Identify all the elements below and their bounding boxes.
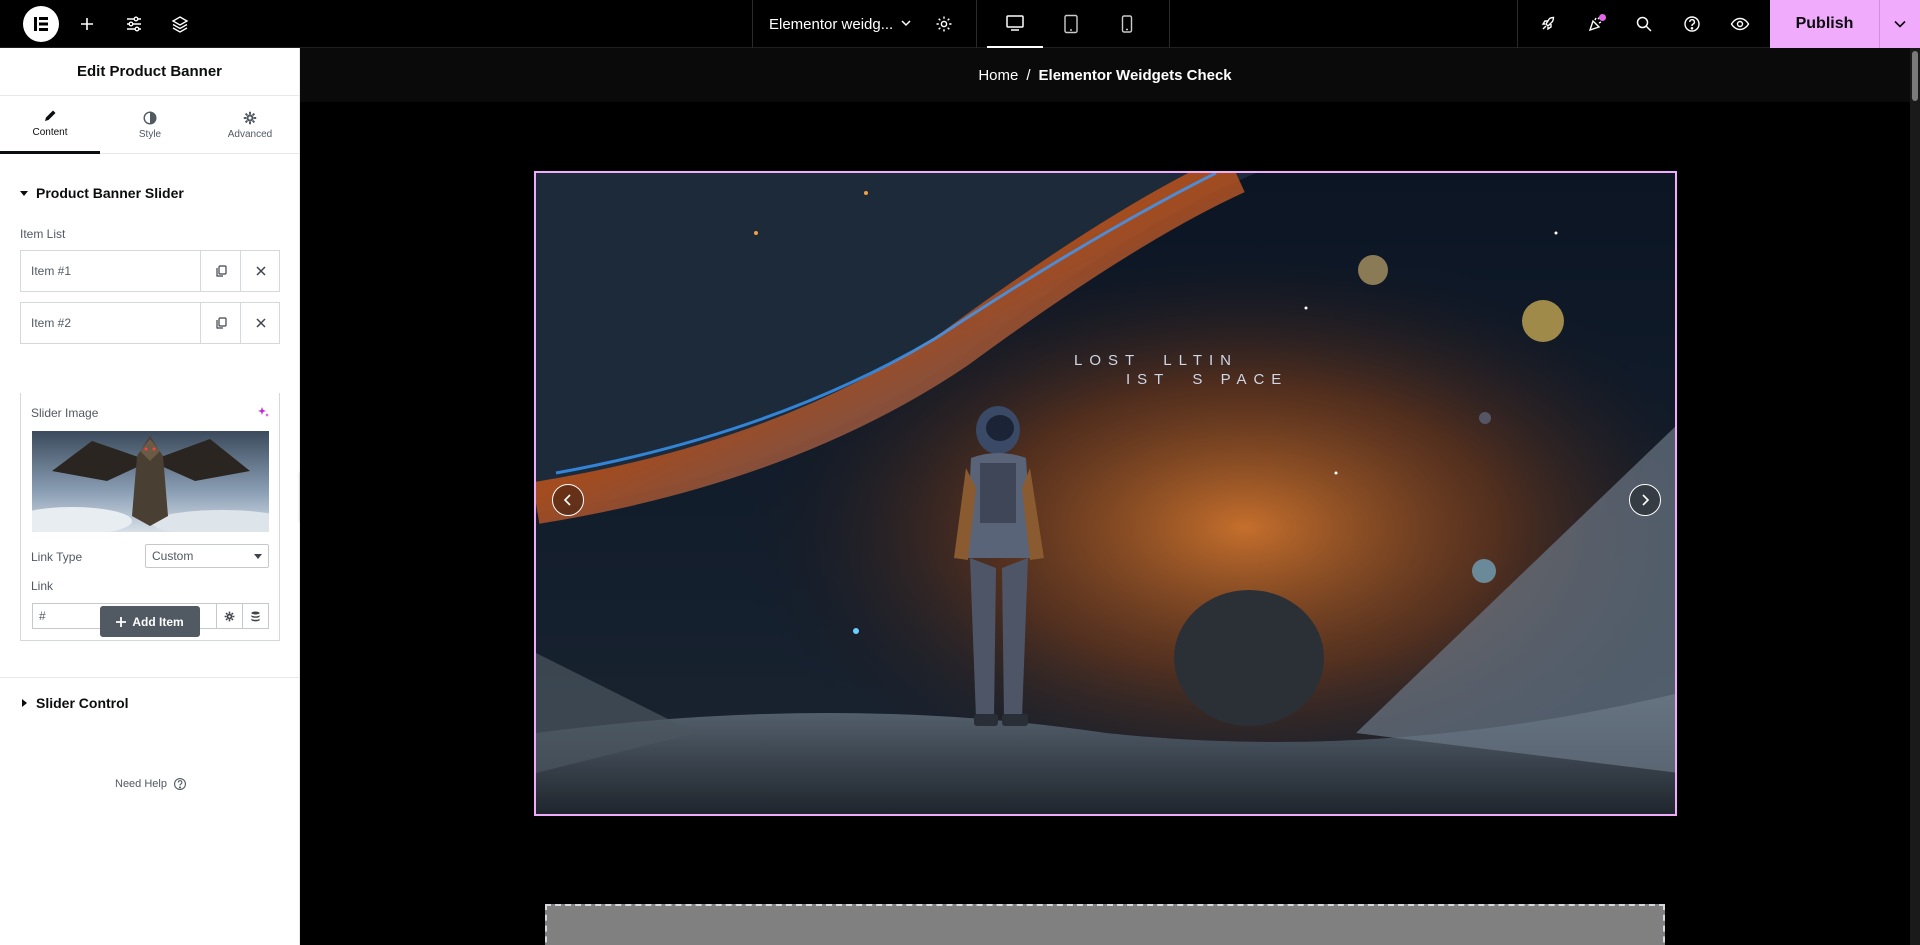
tab-label: Content — [32, 127, 68, 138]
empty-section-dropzone[interactable] — [545, 904, 1665, 945]
panel-tabs: Content Style Advanced — [0, 96, 299, 154]
notification-dot — [1599, 14, 1606, 21]
section-divider — [0, 677, 300, 678]
slider-image-label: Slider Image — [31, 406, 99, 420]
slide-title-line-1: LOST LLTIN — [1074, 352, 1238, 369]
tablet-icon[interactable] — [1043, 0, 1099, 48]
link-type-label: Link Type — [31, 550, 83, 564]
repeater-item-title[interactable]: Item #1 — [21, 251, 200, 291]
slide-title-line-2: IST S PACE — [1126, 371, 1289, 388]
link-type-value: Custom — [152, 549, 194, 563]
duplicate-icon[interactable] — [200, 303, 240, 343]
rocket-icon[interactable] — [1532, 8, 1564, 40]
item-list-label: Item List — [20, 227, 66, 241]
product-banner-slider[interactable]: LOST LLTIN IST S PACE — [534, 171, 1677, 816]
plus-icon — [116, 616, 127, 627]
tab-label: Advanced — [227, 128, 273, 140]
ai-sparkle-icon[interactable] — [257, 406, 269, 418]
desktop-icon[interactable] — [987, 0, 1043, 48]
mobile-icon[interactable] — [1099, 0, 1155, 48]
repeater-item-2-fields: Slider Image Link Type Custom Link # — [20, 393, 280, 641]
repeater-item-title[interactable]: Item #2 — [21, 303, 200, 343]
chevron-left-icon — [563, 494, 571, 506]
search-icon[interactable] — [1628, 8, 1660, 40]
site-settings-icon[interactable] — [118, 8, 150, 40]
structure-icon[interactable] — [164, 8, 196, 40]
duplicate-icon[interactable] — [200, 251, 240, 291]
top-bar: Elementor weidg... Publish — [0, 0, 1920, 48]
chevron-right-icon — [1642, 494, 1650, 506]
slider-next-arrow[interactable] — [1629, 484, 1661, 516]
breadcrumb-separator: / — [1026, 66, 1031, 84]
gear-icon — [243, 111, 257, 125]
preview-eye-icon[interactable] — [1724, 8, 1756, 40]
need-help-label: Need Help — [115, 778, 167, 790]
slide-title: LOST LLTIN IST S PACE — [1074, 351, 1288, 389]
whats-new-icon[interactable] — [1580, 8, 1612, 40]
repeater-item-1: Item #1 — [20, 250, 280, 292]
elementor-logo[interactable] — [23, 6, 59, 42]
caret-down-icon — [20, 189, 28, 197]
tab-advanced[interactable]: Advanced — [200, 96, 300, 154]
add-item-label: Add Item — [132, 614, 184, 629]
help-icon — [173, 777, 187, 791]
editor-panel: Edit Product Banner Content Style Advanc… — [0, 48, 300, 945]
breadcrumb: Home / Elementor Weidgets Check — [300, 48, 1910, 102]
remove-icon[interactable] — [240, 251, 280, 291]
page-settings-icon[interactable] — [928, 8, 960, 40]
publish-options-button[interactable] — [1879, 0, 1920, 48]
preview-canvas: Home / Elementor Weidgets Check LOST LLT… — [300, 48, 1920, 945]
responsive-mode-switcher — [976, 0, 1170, 48]
tab-style[interactable]: Style — [100, 96, 200, 154]
remove-icon[interactable] — [240, 303, 280, 343]
slide-image — [536, 173, 1675, 814]
document-title: Elementor weidg... — [769, 15, 894, 33]
publish-button[interactable]: Publish — [1770, 0, 1879, 48]
panel-title: Edit Product Banner — [0, 48, 299, 96]
add-element-icon[interactable] — [71, 8, 103, 40]
half-circle-icon — [143, 110, 157, 125]
link-options-gear-icon[interactable] — [216, 603, 243, 629]
right-toolbar — [1517, 0, 1770, 48]
need-help-link[interactable]: Need Help — [115, 777, 187, 791]
chevron-down-icon — [1894, 20, 1906, 28]
section-product-banner-slider[interactable]: Product Banner Slider — [20, 185, 184, 201]
repeater-item-2: Item #2 — [20, 302, 280, 344]
breadcrumb-home-link[interactable]: Home — [978, 67, 1018, 84]
slider-image-preview[interactable] — [32, 431, 269, 532]
caret-down-icon — [254, 554, 262, 559]
chevron-down-icon — [899, 16, 913, 30]
scrollbar-thumb[interactable] — [1912, 51, 1918, 101]
canvas-scrollbar[interactable] — [1910, 48, 1920, 945]
section-slider-control[interactable]: Slider Control — [20, 695, 129, 711]
breadcrumb-current: Elementor Weidgets Check — [1038, 66, 1232, 84]
section-label: Slider Control — [36, 695, 129, 711]
tab-label: Style — [138, 128, 162, 140]
add-item-button[interactable]: Add Item — [100, 606, 200, 637]
caret-right-icon — [20, 699, 28, 707]
slider-prev-arrow[interactable] — [552, 484, 584, 516]
link-label: Link — [31, 579, 54, 593]
dynamic-tags-icon[interactable] — [242, 603, 269, 629]
link-type-select[interactable]: Custom — [145, 544, 269, 568]
section-label: Product Banner Slider — [36, 185, 184, 201]
pencil-icon — [43, 109, 57, 123]
tab-content[interactable]: Content — [0, 96, 100, 154]
help-icon[interactable] — [1676, 8, 1708, 40]
